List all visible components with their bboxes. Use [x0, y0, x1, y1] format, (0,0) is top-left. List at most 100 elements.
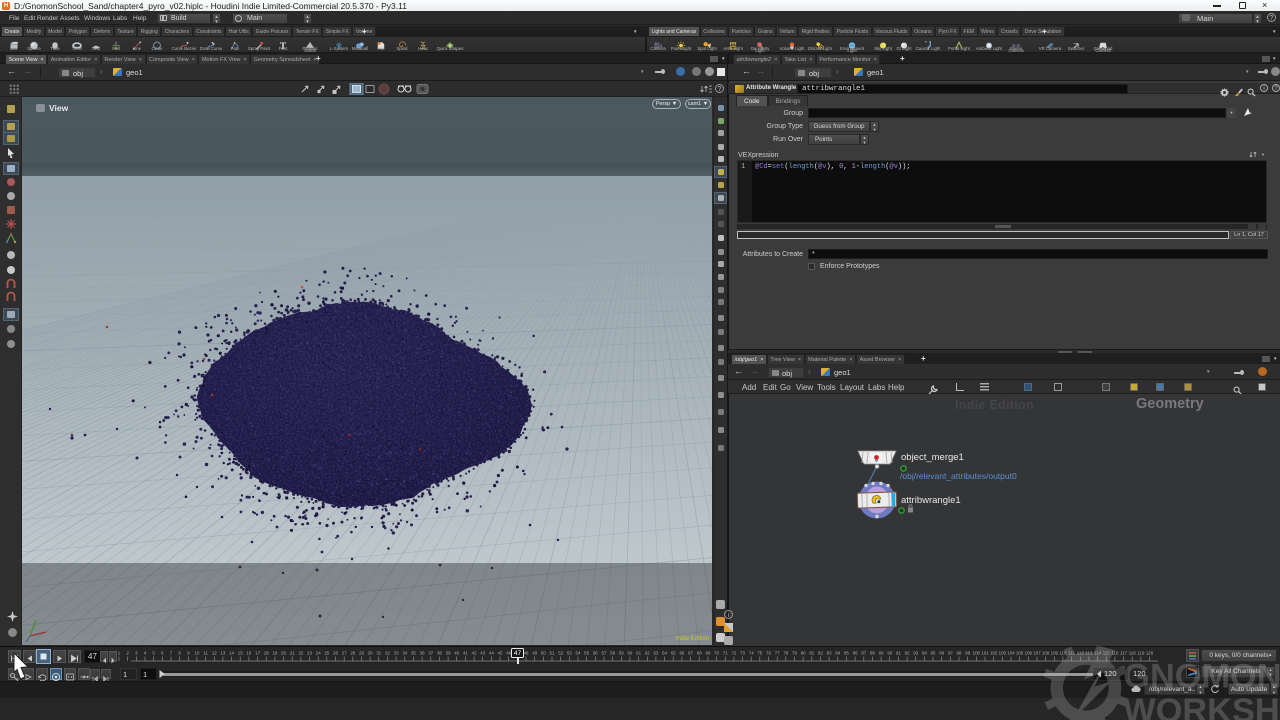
svg-text:89: 89	[879, 651, 884, 656]
svg-text:2: 2	[126, 651, 129, 656]
svg-text:52: 52	[558, 651, 563, 656]
svg-text:9: 9	[187, 651, 190, 656]
svg-text:86: 86	[853, 651, 858, 656]
svg-text:99: 99	[965, 651, 970, 656]
svg-text:101: 101	[981, 651, 989, 656]
svg-text:object_merge1: object_merge1	[901, 452, 964, 463]
svg-text:44: 44	[489, 651, 494, 656]
svg-text:65: 65	[671, 651, 676, 656]
svg-text:17: 17	[255, 651, 260, 656]
svg-text:12: 12	[212, 651, 217, 656]
svg-text:107: 107	[1033, 651, 1041, 656]
svg-text:74: 74	[749, 651, 754, 656]
svg-text:73: 73	[740, 651, 745, 656]
svg-text:31: 31	[376, 651, 381, 656]
svg-text:91: 91	[896, 651, 901, 656]
svg-text:78: 78	[783, 651, 788, 656]
svg-text:7: 7	[170, 651, 173, 656]
svg-text:56: 56	[593, 651, 598, 656]
svg-text:62: 62	[645, 651, 650, 656]
svg-text:27: 27	[342, 651, 347, 656]
svg-text:5: 5	[152, 651, 155, 656]
svg-text:63: 63	[653, 651, 658, 656]
svg-text:87: 87	[861, 651, 866, 656]
svg-text:76: 76	[766, 651, 771, 656]
svg-text:84: 84	[835, 651, 840, 656]
svg-text:18: 18	[264, 651, 269, 656]
svg-text:/obj/relevant_attributes/outpu: /obj/relevant_attributes/output0	[900, 471, 1017, 481]
svg-text:3: 3	[135, 651, 138, 656]
svg-text:82: 82	[818, 651, 823, 656]
svg-text:71: 71	[723, 651, 728, 656]
svg-text:95: 95	[931, 651, 936, 656]
svg-text:28: 28	[350, 651, 355, 656]
svg-text:102: 102	[990, 651, 998, 656]
svg-text:54: 54	[576, 651, 581, 656]
svg-text:36: 36	[420, 651, 425, 656]
svg-text:37: 37	[428, 651, 433, 656]
svg-text:79: 79	[792, 651, 797, 656]
svg-text:45: 45	[498, 651, 503, 656]
svg-text:29: 29	[359, 651, 364, 656]
svg-text:34: 34	[402, 651, 407, 656]
svg-text:104: 104	[1007, 651, 1015, 656]
svg-text:42: 42	[472, 651, 477, 656]
svg-text:35: 35	[411, 651, 416, 656]
svg-text:98: 98	[957, 651, 962, 656]
svg-text:6: 6	[161, 651, 164, 656]
svg-text:48: 48	[524, 651, 529, 656]
svg-text:64: 64	[662, 651, 667, 656]
svg-text:57: 57	[602, 651, 607, 656]
svg-text:GNOMON: GNOMON	[1123, 658, 1280, 696]
svg-text:90: 90	[887, 651, 892, 656]
svg-text:83: 83	[827, 651, 832, 656]
svg-text:61: 61	[636, 651, 641, 656]
svg-text:58: 58	[610, 651, 615, 656]
svg-text:15: 15	[238, 651, 243, 656]
svg-text:8: 8	[178, 651, 181, 656]
svg-text:21: 21	[290, 651, 295, 656]
svg-text:72: 72	[731, 651, 736, 656]
svg-text:41: 41	[463, 651, 468, 656]
svg-text:59: 59	[619, 651, 624, 656]
svg-text:81: 81	[809, 651, 814, 656]
svg-text:105: 105	[1016, 651, 1024, 656]
svg-text:14: 14	[229, 651, 234, 656]
svg-text:20: 20	[281, 651, 286, 656]
svg-text:96: 96	[939, 651, 944, 656]
svg-text:24: 24	[316, 651, 321, 656]
svg-text:13: 13	[220, 651, 225, 656]
svg-text:94: 94	[922, 651, 927, 656]
svg-text:22: 22	[298, 651, 303, 656]
svg-text:80: 80	[801, 651, 806, 656]
svg-text:33: 33	[394, 651, 399, 656]
svg-text:39: 39	[446, 651, 451, 656]
svg-text:55: 55	[584, 651, 589, 656]
svg-text:88: 88	[870, 651, 875, 656]
svg-text:19: 19	[272, 651, 277, 656]
svg-text:77: 77	[775, 651, 780, 656]
svg-text:16: 16	[246, 651, 251, 656]
svg-text:97: 97	[948, 651, 953, 656]
svg-text:53: 53	[567, 651, 572, 656]
svg-text:69: 69	[705, 651, 710, 656]
svg-text:1: 1	[118, 651, 121, 656]
svg-text:38: 38	[437, 651, 442, 656]
svg-text:50: 50	[541, 651, 546, 656]
svg-text:25: 25	[324, 651, 329, 656]
svg-text:attribwrangle1: attribwrangle1	[901, 495, 961, 506]
svg-text:60: 60	[627, 651, 632, 656]
svg-text:67: 67	[688, 651, 693, 656]
svg-text:40: 40	[454, 651, 459, 656]
svg-text:100: 100	[973, 651, 981, 656]
svg-text:10: 10	[194, 651, 199, 656]
svg-text:23: 23	[307, 651, 312, 656]
svg-text:92: 92	[905, 651, 910, 656]
svg-text:49: 49	[532, 651, 537, 656]
svg-text:4: 4	[144, 651, 147, 656]
svg-text:32: 32	[385, 651, 390, 656]
svg-text:66: 66	[679, 651, 684, 656]
svg-text:93: 93	[913, 651, 918, 656]
svg-text:70: 70	[714, 651, 719, 656]
svg-text:103: 103	[999, 651, 1007, 656]
